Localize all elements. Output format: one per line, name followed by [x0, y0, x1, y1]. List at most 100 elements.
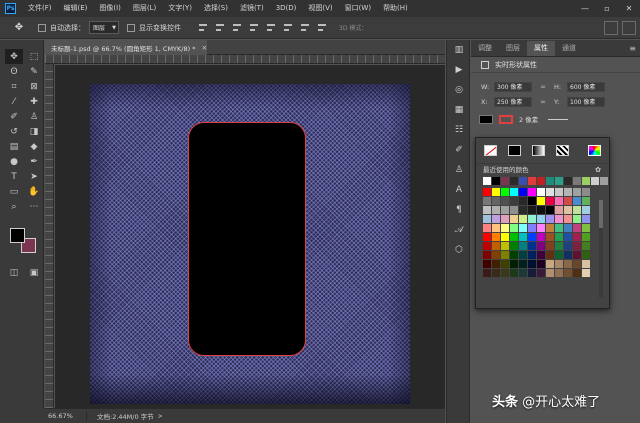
color-swatch[interactable] [573, 251, 581, 259]
color-swatch[interactable] [501, 197, 509, 205]
color-swatch[interactable] [492, 260, 500, 268]
frame-tool-icon[interactable]: ⊠ [25, 79, 43, 94]
color-swatch[interactable] [537, 215, 545, 223]
brush-settings-icon[interactable]: ✐ [447, 140, 471, 160]
pen-tool-icon[interactable]: ✒ [25, 154, 43, 169]
color-swatch[interactable] [582, 197, 590, 205]
x-field[interactable]: 250 像素 [494, 96, 532, 107]
color-swatch[interactable] [537, 242, 545, 250]
recent-swatch[interactable] [510, 177, 518, 185]
minimize-button[interactable]: — [574, 0, 596, 17]
actions-panel-icon[interactable]: ▶ [447, 60, 471, 80]
color-swatch[interactable] [483, 260, 491, 268]
canvas-area[interactable] [55, 65, 445, 408]
color-swatch[interactable] [555, 242, 563, 250]
color-swatch[interactable] [510, 242, 518, 250]
color-swatch[interactable] [501, 224, 509, 232]
menu-view[interactable]: 视图(V) [302, 0, 338, 17]
recent-swatch[interactable] [582, 177, 590, 185]
history-panel-icon[interactable]: ▥ [447, 40, 471, 60]
height-field[interactable]: 600 像素 [567, 81, 605, 92]
color-swatch[interactable] [573, 215, 581, 223]
color-swatch[interactable] [528, 260, 536, 268]
color-swatch[interactable] [519, 233, 527, 241]
color-swatch[interactable] [537, 269, 545, 277]
menu-edit[interactable]: 编辑(E) [58, 0, 94, 17]
auto-select-dropdown[interactable]: 图层 ▼ [89, 21, 119, 34]
color-swatch[interactable] [564, 233, 572, 241]
color-swatch[interactable] [492, 269, 500, 277]
recent-swatch[interactable] [519, 177, 527, 185]
color-swatch[interactable] [564, 215, 572, 223]
color-swatch[interactable] [510, 224, 518, 232]
screen-mode-icon[interactable]: ▣ [25, 265, 43, 280]
color-swatch[interactable] [573, 197, 581, 205]
align-top-icon[interactable] [248, 21, 261, 34]
solid-color-button[interactable] [508, 145, 521, 156]
libraries-panel-icon[interactable]: ▦ [447, 100, 471, 120]
color-swatch[interactable] [492, 233, 500, 241]
color-swatch[interactable] [546, 251, 554, 259]
recent-swatch[interactable] [555, 177, 563, 185]
menu-window[interactable]: 窗口(W) [339, 0, 377, 17]
move-tool-icon[interactable]: ✥ [8, 20, 30, 36]
color-swatch[interactable] [483, 242, 491, 250]
tab-properties[interactable]: 属性 [527, 41, 555, 56]
stroke-color-button[interactable] [499, 114, 513, 124]
crop-tool-icon[interactable]: ⌗ [5, 79, 23, 94]
color-swatch[interactable] [510, 215, 518, 223]
color-swatch[interactable] [501, 242, 509, 250]
color-swatch[interactable] [582, 260, 590, 268]
character-panel-icon[interactable]: A [447, 180, 471, 200]
color-swatch[interactable] [537, 206, 545, 214]
color-swatch[interactable] [564, 251, 572, 259]
color-swatch[interactable] [519, 269, 527, 277]
color-swatch[interactable] [546, 215, 554, 223]
recent-swatch[interactable] [546, 177, 554, 185]
menu-help[interactable]: 帮助(H) [377, 0, 414, 17]
zoom-tool-icon[interactable]: ⌕ [5, 199, 23, 214]
color-swatch[interactable] [510, 269, 518, 277]
color-swatch[interactable] [537, 251, 545, 259]
swatch-scrollbar[interactable] [599, 200, 603, 298]
color-swatch[interactable] [564, 197, 572, 205]
color-swatch[interactable] [555, 269, 563, 277]
color-swatch[interactable] [555, 215, 563, 223]
color-swatch[interactable] [546, 242, 554, 250]
type-tool-icon[interactable]: T [5, 169, 23, 184]
color-swatch[interactable] [510, 260, 518, 268]
workspace-icon[interactable] [622, 20, 636, 35]
stroke-type-selector[interactable] [548, 118, 569, 120]
dodge-tool-icon[interactable]: ● [5, 154, 23, 169]
scrollbar-thumb[interactable] [599, 200, 603, 228]
menu-select[interactable]: 选择(S) [198, 0, 234, 17]
color-swatch[interactable] [501, 260, 509, 268]
color-swatch[interactable] [483, 269, 491, 277]
recent-swatch[interactable] [600, 177, 608, 185]
align-bottom-icon[interactable] [282, 21, 295, 34]
color-swatch[interactable] [519, 260, 527, 268]
color-swatch[interactable] [492, 224, 500, 232]
color-swatch[interactable] [492, 242, 500, 250]
color-swatch[interactable] [537, 188, 545, 196]
color-swatch[interactable] [519, 197, 527, 205]
color-swatch[interactable] [573, 224, 581, 232]
zoom-level[interactable]: 66.67% [45, 412, 87, 420]
adjustments-panel-icon[interactable]: ☷ [447, 120, 471, 140]
color-swatch[interactable] [528, 251, 536, 259]
color-swatch[interactable] [519, 242, 527, 250]
color-swatch[interactable] [501, 215, 509, 223]
lasso-tool-icon[interactable]: ʘ [5, 64, 23, 79]
color-swatch[interactable] [582, 242, 590, 250]
recent-swatch[interactable] [501, 177, 509, 185]
color-swatch[interactable] [582, 233, 590, 241]
close-button[interactable]: ✕ [618, 0, 640, 17]
color-swatch[interactable] [555, 233, 563, 241]
color-swatch[interactable] [537, 197, 545, 205]
stroke-size[interactable]: 2 像素 [519, 114, 538, 124]
panel-menu-icon[interactable]: ≡ [629, 41, 636, 56]
recent-swatch[interactable] [528, 177, 536, 185]
document-tab[interactable]: 未标题-1.psd @ 66.7% (圆角矩形 1, CMYK/8) * × [45, 40, 207, 55]
color-swatch[interactable] [537, 224, 545, 232]
gradient-tool-icon[interactable]: ▤ [5, 139, 23, 154]
